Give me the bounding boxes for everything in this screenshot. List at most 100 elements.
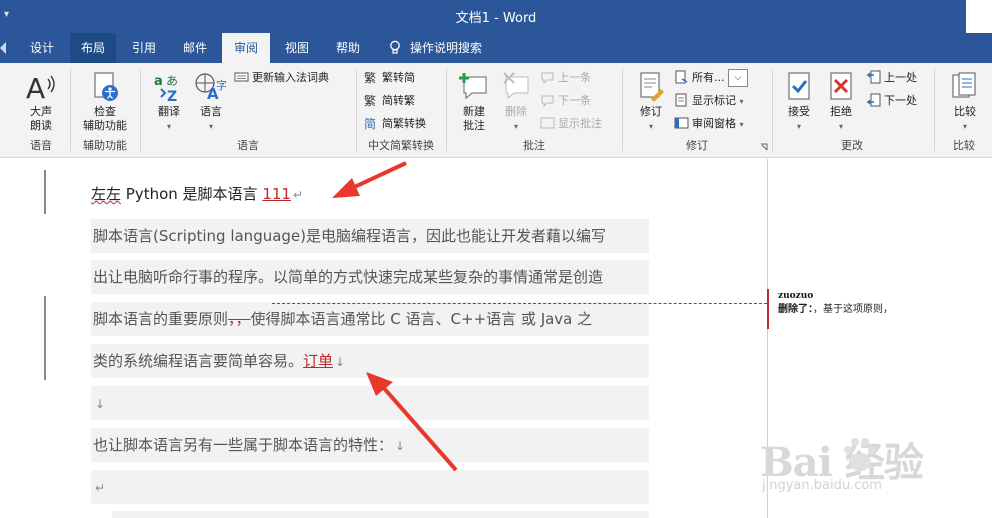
trad-to-simp-label: 繁转简: [382, 71, 415, 84]
paragraph-line[interactable]: 也让脚本语言另有一些属于脚本语言的特性： ↓: [91, 428, 649, 462]
track-changes-button[interactable]: 修订 ▾: [630, 71, 672, 134]
next-comment-button[interactable]: 下一条: [540, 92, 591, 110]
tab-layout[interactable]: 布局: [70, 33, 116, 63]
language-icon: A字: [195, 73, 227, 103]
track-changes-label: 修订: [640, 105, 662, 118]
group-compare: 比较 ▾ 比较: [936, 67, 992, 155]
svg-text:繁: 繁: [364, 93, 376, 107]
chinese-convert-button[interactable]: 简简繁转换: [364, 115, 426, 133]
accept-label: 接受: [788, 105, 810, 118]
revision-content: ，基于这项原则，: [813, 304, 893, 315]
reject-label: 拒绝: [830, 105, 852, 118]
paragraph-line[interactable]: 出让电脑听命行事的程序。以简单的方式快速完成某些复杂的事情通常是创造: [91, 260, 649, 294]
track-dropdown-icon: ▾: [648, 122, 653, 131]
tab-view[interactable]: 视图: [274, 33, 320, 63]
ribbon-tab-bar: 设计 布局 引用 邮件 审阅 视图 帮助 操作说明搜索: [0, 33, 992, 63]
reject-icon: [830, 72, 852, 100]
previous-change-label: 上一处: [884, 71, 917, 84]
document-line-1[interactable]: 左左 Python 是脚本语言 111 ↵: [91, 180, 303, 208]
paragraph-mark: ↵: [95, 481, 106, 495]
simplified-to-traditional-button[interactable]: 繁简转繁: [364, 92, 415, 110]
paragraph-line[interactable]: ↵: [91, 470, 649, 504]
group-chinese-conversion: 繁繁转简 繁简转繁 简简繁转换 中文简繁转换: [358, 67, 444, 155]
traditional-to-simplified-button[interactable]: 繁繁转简: [364, 69, 415, 87]
compare-button[interactable]: 比较 ▾: [940, 71, 990, 134]
ribbon-separator: [140, 69, 141, 151]
misspelled-text: 左左: [91, 185, 122, 203]
paragraph-line[interactable]: 脚本语言的重要原则，，使得脚本语言通常比 C 语言、C++语言 或 Java 之: [91, 302, 649, 336]
group-label-chinese: 中文简繁转换: [368, 139, 434, 152]
tab-scroll-icon[interactable]: [0, 42, 6, 54]
line-break-mark: ↓: [395, 439, 406, 453]
ribbon-separator: [622, 69, 623, 151]
next-comment-label: 下一条: [558, 94, 591, 107]
inserted-text: 111: [262, 185, 291, 203]
show-markup-label: 显示标记: [692, 94, 736, 107]
accept-button[interactable]: 接受 ▾: [778, 71, 820, 134]
deleted-text: ，，: [228, 310, 251, 328]
group-speech: A 大声 朗读 语音: [12, 67, 70, 155]
track-changes-icon: [640, 72, 664, 102]
translate-label: 翻译: [158, 105, 180, 118]
tab-references[interactable]: 引用: [122, 33, 166, 63]
title-bar: ▾ 文档1 - Word: [0, 0, 992, 33]
group-accessibility: 检查 辅助功能 辅助功能: [72, 67, 138, 155]
paragraph-line[interactable]: 脚本语言(Scripting language)是电脑编程语言，因此也能让开发者…: [91, 219, 649, 253]
tab-mailings[interactable]: 邮件: [172, 33, 218, 63]
show-comments-button[interactable]: 显示批注: [540, 115, 602, 133]
next-comment-icon: [541, 95, 554, 107]
baidu-watermark: Bai 经验 jingyan.baidu.com: [760, 430, 990, 518]
show-markup-button[interactable]: 显示标记 ▾: [674, 92, 744, 110]
previous-change-icon: [866, 70, 881, 84]
tab-review[interactable]: 审阅: [222, 33, 270, 63]
translate-button[interactable]: aあZ 翻译 ▾: [148, 71, 190, 134]
new-comment-icon: [459, 73, 487, 100]
reject-button[interactable]: 拒绝 ▾: [820, 71, 862, 134]
compare-icon: [952, 72, 976, 98]
markup-chevron-down-icon[interactable]: ⌵: [728, 69, 748, 87]
ribbon: A 大声 朗读 语音 检查 辅助功能 辅助功能 aあZ 翻译▾ A字 语言▾: [0, 63, 992, 158]
update-ime-dictionary-button[interactable]: 更新输入法词典: [234, 69, 329, 87]
next-change-button[interactable]: 下一处: [866, 92, 917, 110]
tell-me-search[interactable]: 操作说明搜索: [388, 33, 482, 63]
new-comment-button[interactable]: 新建 批注: [454, 71, 494, 133]
compare-dropdown-icon: ▾: [962, 122, 967, 131]
group-label-language: 语言: [237, 139, 259, 152]
delete-comment-button[interactable]: 删除 ▾: [496, 71, 536, 134]
paragraph-line[interactable]: 类的系统编程语言要简单容易。订单 ↓: [91, 344, 649, 378]
tab-design[interactable]: 设计: [20, 33, 64, 63]
translate-icon: a あZ: [154, 74, 178, 103]
group-label-speech: 语音: [30, 139, 52, 152]
simp-to-trad-icon: 繁: [364, 93, 376, 107]
ribbon-separator: [934, 69, 935, 151]
line1-text: Python 是脚本语言: [121, 185, 263, 203]
group-label-changes: 更改: [841, 139, 863, 152]
delete-dropdown-icon: ▾: [513, 122, 518, 131]
svg-text:简: 简: [364, 117, 376, 130]
paragraph-line[interactable]: [112, 511, 649, 518]
reviewing-pane-icon: [674, 117, 689, 129]
title-bar-right-control[interactable]: [966, 0, 992, 33]
line-text: 也让脚本语言另有一些属于脚本语言的特性：: [93, 436, 394, 454]
reviewing-pane-button[interactable]: 审阅窗格 ▾: [674, 115, 744, 133]
svg-text:あ: あ: [166, 74, 178, 88]
language-button[interactable]: A字 语言 ▾: [190, 71, 232, 134]
revision-balloon[interactable]: zuozuo 删除了：，基于这项原则，: [767, 289, 992, 329]
previous-change-button[interactable]: 上一处: [866, 69, 917, 87]
check-accessibility-button[interactable]: 检查 辅助功能: [72, 71, 138, 133]
previous-comment-button[interactable]: 上一条: [540, 69, 591, 87]
window-title: 文档1 - Word: [455, 11, 537, 26]
group-tracking: 修订 ▾ 所有... ⌵ 显示标记 ▾ 审阅窗格 ▾ 修订: [624, 67, 770, 155]
line-break-mark: ↓: [95, 397, 106, 411]
language-label: 语言: [200, 105, 222, 118]
paragraph-line[interactable]: ↓: [91, 386, 649, 420]
read-aloud-button[interactable]: A 大声 朗读: [12, 71, 70, 133]
dialog-launcher-icon[interactable]: [760, 143, 768, 151]
tab-help[interactable]: 帮助: [326, 33, 370, 63]
svg-text:a: a: [154, 74, 163, 89]
read-aloud-icon: A: [26, 72, 55, 103]
change-bar: [44, 170, 46, 214]
word-window: ▾ 文档1 - Word 设计 布局 引用 邮件 审阅 视图 帮助 操作说明搜索…: [0, 0, 992, 518]
language-dropdown-icon: ▾: [208, 122, 213, 131]
markup-view-dropdown[interactable]: 所有... ⌵: [674, 69, 748, 87]
